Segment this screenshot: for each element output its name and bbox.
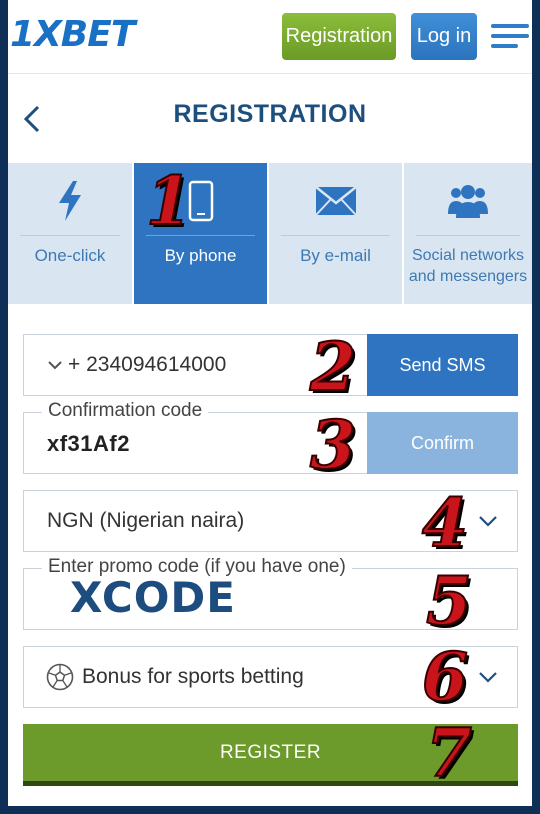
bonus-value: Bonus for sports betting	[82, 665, 304, 688]
hamburger-menu-icon[interactable]	[491, 24, 529, 52]
confirmation-code-label: Confirmation code	[42, 400, 209, 422]
page-title: REGISTRATION	[173, 100, 367, 128]
registration-button[interactable]: Registration	[282, 13, 396, 60]
currency-value: NGN (Nigerian naira)	[47, 509, 245, 532]
step-marker-3: 3	[309, 406, 357, 484]
login-button[interactable]: Log in	[411, 13, 477, 60]
phone-number-value[interactable]: + 234094614000	[68, 353, 226, 377]
tab-label: By phone	[164, 246, 237, 265]
step-marker-7: 7	[425, 714, 473, 792]
step-marker-1: 1	[145, 162, 193, 240]
step-marker-5: 5	[425, 562, 473, 640]
registration-method-tabs: One-click By phone By e-mail Social netw…	[8, 163, 532, 304]
chevron-down-icon	[479, 516, 497, 527]
step-marker-6: 6	[421, 638, 469, 716]
step-marker-2: 2	[309, 328, 357, 406]
tab-social-networks[interactable]: Social networks and messengers	[404, 163, 532, 304]
confirmation-code-value[interactable]: xf31Af2	[47, 431, 130, 457]
lightning-icon	[8, 179, 132, 223]
app-frame: 1XBET Registration Log in REGISTRATION O…	[8, 0, 532, 806]
soccer-ball-icon	[46, 663, 74, 691]
phone-field[interactable]: + 234094614000 Send SMS	[23, 334, 518, 396]
chevron-down-icon[interactable]	[48, 360, 62, 370]
users-icon	[404, 179, 532, 223]
brand-logo[interactable]: 1XBET	[10, 14, 135, 55]
tab-by-email[interactable]: By e-mail	[269, 163, 404, 304]
tab-label: Social networks and messengers	[408, 247, 528, 285]
tab-one-click[interactable]: One-click	[8, 163, 134, 304]
confirm-button[interactable]: Confirm	[367, 412, 518, 474]
chevron-down-icon	[479, 672, 497, 683]
tab-label: One-click	[34, 246, 106, 265]
send-sms-button[interactable]: Send SMS	[367, 334, 518, 396]
step-marker-4: 4	[421, 484, 469, 562]
tab-label: By e-mail	[300, 246, 371, 265]
envelope-icon	[269, 179, 402, 223]
confirmation-code-field[interactable]: Confirmation code xf31Af2 Confirm	[23, 400, 518, 474]
promo-code-value[interactable]: XCODE	[70, 573, 236, 622]
top-bar: 1XBET Registration Log in	[8, 0, 532, 74]
